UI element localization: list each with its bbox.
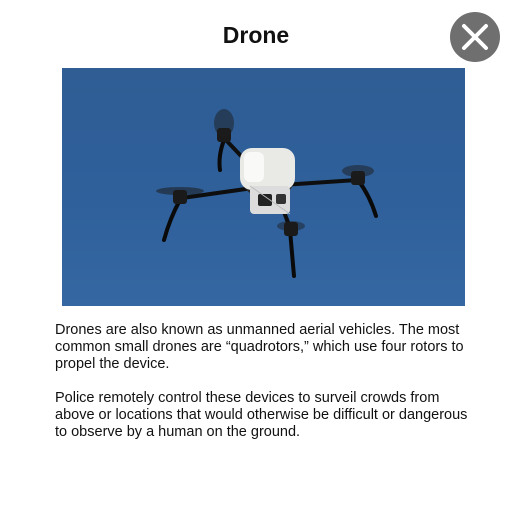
description: Drones are also known as unmanned aerial… (55, 322, 475, 458)
paragraph-1: Drones are also known as unmanned aerial… (55, 322, 464, 372)
close-icon (462, 24, 488, 50)
drone-illustration (156, 109, 378, 278)
close-button[interactable] (450, 12, 500, 62)
drone-photo (62, 68, 465, 306)
paragraph-2: Police remotely control these devices to… (55, 390, 468, 440)
dialog-title: Drone (222, 22, 290, 48)
